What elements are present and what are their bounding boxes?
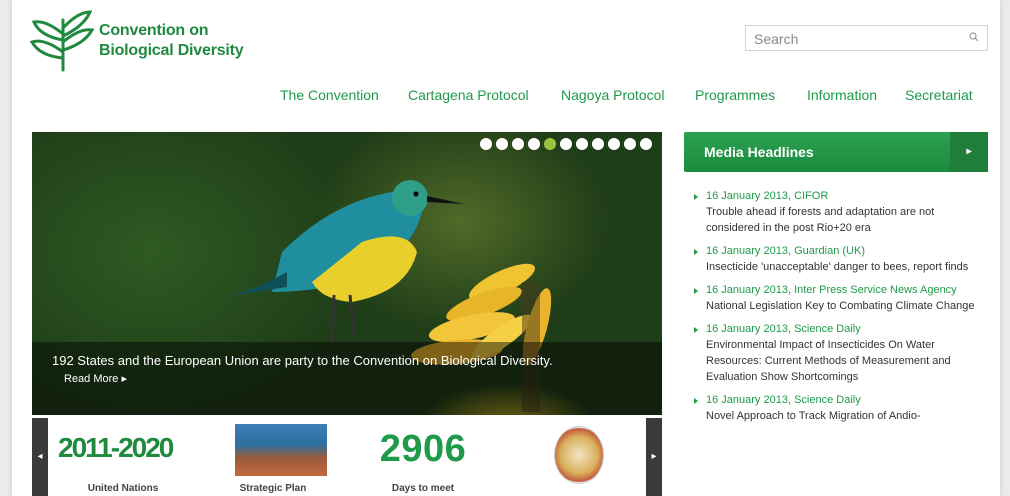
headline-source[interactable]: 16 January 2013, CIFOR <box>706 188 988 204</box>
slide-dot[interactable] <box>592 138 604 150</box>
tile-caption: Strategic Plan <box>239 483 307 494</box>
list-item[interactable]: 16 January 2013, CIFOR Trouble ahead if … <box>684 188 988 236</box>
nav-information[interactable]: Information <box>807 87 877 103</box>
headline-title: Novel Approach to Track Migration of And… <box>706 410 921 422</box>
nav-programmes[interactable]: Programmes <box>695 87 775 103</box>
feature-carousel: ◂ 2011-2020 United Nations Strategic Pla… <box>32 418 662 496</box>
page: Convention on Biological Diversity The C… <box>12 0 1000 496</box>
tile-seal[interactable] <box>498 418 648 496</box>
read-more-link[interactable]: Read More ▸ <box>64 373 127 385</box>
tile-caption: Days to meet <box>391 483 455 494</box>
search-input[interactable] <box>752 29 961 49</box>
coral-reef-image <box>235 424 327 476</box>
media-headlines-panel: Media Headlines ▸ 16 January 2013, CIFOR… <box>684 132 988 496</box>
headline-source[interactable]: 16 January 2013, Inter Press Service New… <box>706 282 988 298</box>
org-name-line1: Convention on <box>99 22 209 39</box>
bullet-icon <box>694 249 698 255</box>
hero-caption: 192 States and the European Union are pa… <box>32 342 662 415</box>
list-item[interactable]: 16 January 2013, Science Daily Novel App… <box>684 392 988 424</box>
slide-dot[interactable] <box>560 138 572 150</box>
list-item[interactable]: 16 January 2013, Science Daily Environme… <box>684 321 988 385</box>
chevron-right-icon[interactable]: ▸ <box>646 418 662 496</box>
tile-un-decade[interactable]: 2011-2020 United Nations <box>48 418 198 496</box>
search-icon[interactable] <box>969 32 979 42</box>
panel-title: Media Headlines <box>704 144 814 160</box>
bullet-icon <box>694 398 698 404</box>
leaf-logo-icon[interactable] <box>28 6 98 72</box>
hero-caption-text: 192 States and the European Union are pa… <box>52 353 553 368</box>
seal-logo-icon <box>554 426 604 484</box>
headline-title: Insecticide 'unacceptable' danger to bee… <box>706 261 969 273</box>
slide-dot[interactable] <box>640 138 652 150</box>
chevron-right-icon[interactable]: ▸ <box>950 132 988 172</box>
headline-title: Environmental Impact of Insecticides On … <box>706 339 951 383</box>
tile-title: 2011-2020 <box>58 432 174 463</box>
list-item[interactable]: 16 January 2013, Inter Press Service New… <box>684 282 988 314</box>
slide-dot[interactable] <box>496 138 508 150</box>
slide-dot[interactable] <box>624 138 636 150</box>
headline-title: Trouble ahead if forests and adaptation … <box>706 206 935 234</box>
slide-dot[interactable] <box>608 138 620 150</box>
headline-source[interactable]: 16 January 2013, Science Daily <box>706 392 988 408</box>
hero-slideshow[interactable]: 192 States and the European Union are pa… <box>32 132 662 415</box>
org-name[interactable]: Convention on Biological Diversity <box>99 21 244 61</box>
media-headlines-header[interactable]: Media Headlines ▸ <box>684 132 988 172</box>
bullet-icon <box>694 327 698 333</box>
slide-dot[interactable] <box>576 138 588 150</box>
tile-days-counter[interactable]: 2906 Days to meet <box>348 418 498 496</box>
bullet-icon <box>694 194 698 200</box>
list-item[interactable]: 16 January 2013, Guardian (UK) Insectici… <box>684 243 988 275</box>
nav-secretariat[interactable]: Secretariat <box>905 87 973 103</box>
headline-list: 16 January 2013, CIFOR Trouble ahead if … <box>684 188 988 431</box>
headline-source[interactable]: 16 January 2013, Guardian (UK) <box>706 243 988 259</box>
slide-dot[interactable] <box>528 138 540 150</box>
slide-dot[interactable] <box>480 138 492 150</box>
nav-cartagena-protocol[interactable]: Cartagena Protocol <box>408 87 529 103</box>
slide-dot[interactable] <box>512 138 524 150</box>
org-name-line2: Biological Diversity <box>99 42 244 59</box>
days-count: 2906 <box>379 428 467 470</box>
slide-dot-active[interactable] <box>544 138 556 150</box>
bird <box>222 180 464 343</box>
tile-strategic-plan[interactable]: Strategic Plan <box>198 418 348 496</box>
slide-pager <box>480 138 652 150</box>
nav-the-convention[interactable]: The Convention <box>280 87 379 103</box>
headline-source[interactable]: 16 January 2013, Science Daily <box>706 321 988 337</box>
tile-caption: United Nations <box>87 483 159 494</box>
nav-nagoya-protocol[interactable]: Nagoya Protocol <box>561 87 665 103</box>
search-box <box>745 25 988 51</box>
headline-title: National Legislation Key to Combating Cl… <box>706 300 975 312</box>
bullet-icon <box>694 288 698 294</box>
chevron-left-icon[interactable]: ◂ <box>32 418 48 496</box>
